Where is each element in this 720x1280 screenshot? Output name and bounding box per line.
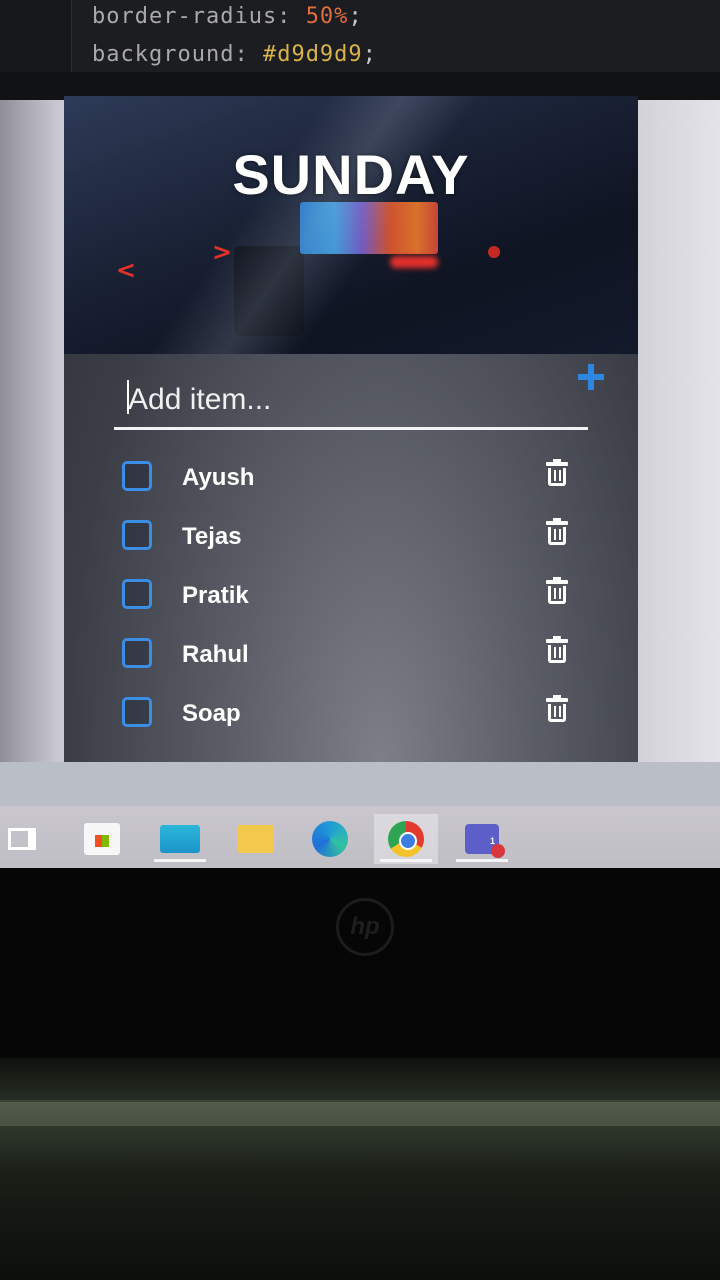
item-checkbox[interactable]: [122, 461, 152, 491]
code-semicolon: ;: [362, 42, 377, 67]
teams-button[interactable]: [450, 814, 514, 864]
teams-notification-badge: 1: [490, 836, 496, 846]
trash-icon[interactable]: [546, 636, 568, 663]
code-editor-strip: border-radius: 50%; background: #d9d9d9;: [0, 0, 720, 72]
add-item-button[interactable]: [578, 364, 604, 390]
laptop-bezel: [0, 868, 720, 1058]
hero-banner: SUNDAY < >: [64, 96, 638, 354]
hero-light-streak: [64, 96, 638, 354]
microsoft-store-icon: [84, 823, 120, 855]
trash-icon[interactable]: [546, 577, 568, 604]
item-checkbox[interactable]: [122, 520, 152, 550]
mail-icon: [160, 825, 200, 853]
text-caret: [127, 380, 129, 414]
chrome-icon: [388, 821, 424, 857]
running-indicator: [456, 859, 508, 862]
item-label: Rahul: [182, 641, 249, 668]
list-item: Rahul: [64, 633, 638, 692]
hp-logo: hp: [336, 898, 394, 956]
list-item: Pratik: [64, 574, 638, 633]
running-indicator: [380, 859, 432, 862]
code-property: background:: [92, 42, 249, 67]
trash-icon[interactable]: [546, 459, 568, 486]
edge-button[interactable]: [298, 814, 362, 864]
task-view-button[interactable]: [0, 814, 54, 864]
code-value: #d9d9d9: [262, 42, 363, 67]
item-checkbox[interactable]: [122, 638, 152, 668]
taskbar-upper-strip: [0, 762, 720, 806]
store-button[interactable]: [70, 814, 134, 864]
item-checkbox[interactable]: [122, 697, 152, 727]
code-property: border-radius:: [92, 4, 292, 29]
item-label: Soap: [182, 700, 241, 727]
laptop-deck: [0, 1100, 720, 1280]
day-title: SUNDAY: [232, 143, 470, 206]
code-semicolon: ;: [348, 4, 363, 29]
file-explorer-icon: [238, 825, 274, 853]
code-line-1: border-radius: 50%;: [92, 2, 720, 40]
trash-icon[interactable]: [546, 518, 568, 545]
todo-list: Ayush Tejas Pratik Rahul Soap: [64, 456, 638, 751]
item-checkbox[interactable]: [122, 579, 152, 609]
list-item: Ayush: [64, 456, 638, 515]
prev-day-button[interactable]: <: [116, 256, 136, 284]
task-view-icon: [8, 828, 36, 850]
laptop-deck-edge: [0, 1102, 720, 1126]
item-label: Tejas: [182, 523, 242, 550]
item-label: Ayush: [182, 464, 255, 491]
list-item: Tejas: [64, 515, 638, 574]
trash-icon[interactable]: [546, 695, 568, 722]
chrome-button[interactable]: [374, 814, 438, 864]
next-day-button[interactable]: >: [212, 238, 232, 266]
code-value: 50%: [305, 4, 349, 29]
file-explorer-button[interactable]: [224, 814, 288, 864]
code-gutter: [0, 0, 72, 72]
item-label: Pratik: [182, 582, 249, 609]
running-indicator: [154, 859, 206, 862]
taskbar: [0, 806, 720, 868]
add-item-input[interactable]: [114, 372, 588, 430]
mail-button[interactable]: [148, 814, 212, 864]
list-item: Soap: [64, 692, 638, 751]
edge-icon: [312, 821, 348, 857]
todo-app-card: SUNDAY < > Ayush Tejas Pratik Rahul S: [64, 96, 638, 764]
